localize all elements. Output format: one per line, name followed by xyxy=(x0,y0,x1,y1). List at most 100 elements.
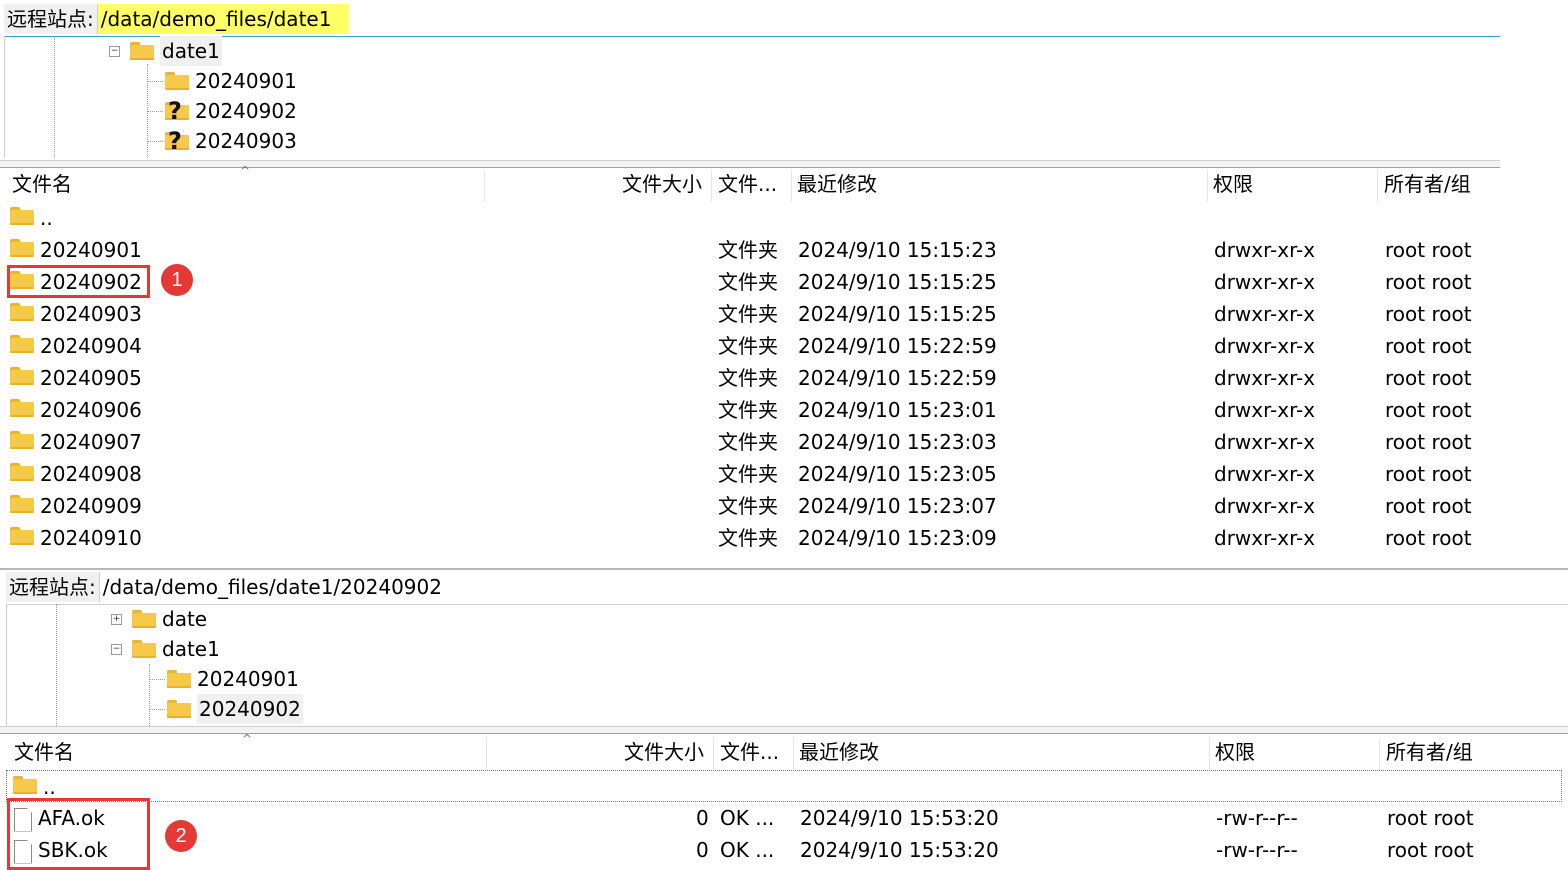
tree-item-label: date xyxy=(162,607,208,631)
file-modified: 2024/9/10 15:15:25 xyxy=(798,270,997,294)
file-owner: root root xyxy=(1385,270,1472,294)
tree-item-20240903[interactable]: ? 20240903 xyxy=(165,126,297,156)
column-header-type[interactable]: 文件... xyxy=(720,734,779,770)
tree-item-date1[interactable]: − date1 xyxy=(111,634,220,664)
tree-item-label: date1 xyxy=(160,36,222,66)
annotation-box-1 xyxy=(7,265,150,298)
annotation-badge-1: 1 xyxy=(161,264,193,296)
file-modified: 2024/9/10 15:15:23 xyxy=(798,238,997,262)
file-type: 文件夹 xyxy=(718,526,778,550)
table-row[interactable]: 20240909 文件夹 2024/9/10 15:23:07 drwxr-xr… xyxy=(4,490,1500,522)
tree-item-date1[interactable]: − date1 xyxy=(109,36,222,66)
file-permissions: -rw-r--r-- xyxy=(1216,838,1298,862)
file-name: .. xyxy=(43,775,56,799)
column-header-owner[interactable]: 所有者/组 xyxy=(1386,734,1473,770)
remote-site-label: 远程站点: xyxy=(4,4,98,34)
file-owner: root root xyxy=(1385,302,1472,326)
tree-item-20240902[interactable]: ? 20240902 xyxy=(165,96,297,126)
file-modified: 2024/9/10 15:53:20 xyxy=(800,838,999,862)
file-permissions: -rw-r--r-- xyxy=(1216,806,1298,830)
bottom-remote-panel: 远程站点: /data/demo_files/date1/20240902 + … xyxy=(0,570,1568,870)
list-item-parent[interactable]: .. xyxy=(6,770,1562,802)
table-row[interactable]: 20240907 文件夹 2024/9/10 15:23:03 drwxr-xr… xyxy=(4,426,1500,458)
folder-icon xyxy=(10,367,34,385)
table-row[interactable]: 20240905 文件夹 2024/9/10 15:22:59 drwxr-xr… xyxy=(4,362,1500,394)
file-type: 文件夹 xyxy=(718,334,778,358)
sort-ascending-icon: ^ xyxy=(240,164,251,178)
folder-icon xyxy=(167,670,191,688)
file-name: 20240910 xyxy=(40,526,142,550)
table-row[interactable]: 20240902 文件夹 2024/9/10 15:15:25 drwxr-xr… xyxy=(4,266,1500,298)
file-name: 20240908 xyxy=(40,462,142,486)
column-header-permissions[interactable]: 权限 xyxy=(1215,734,1255,770)
annotation-badge-2: 2 xyxy=(165,820,197,852)
table-row[interactable]: SBK.ok 0 OK ... 2024/9/10 15:53:20 -rw-r… xyxy=(6,834,1562,866)
table-row[interactable]: 20240901 文件夹 2024/9/10 15:15:23 drwxr-xr… xyxy=(4,234,1500,266)
column-header-size[interactable]: 文件大小 xyxy=(624,734,704,770)
folder-icon xyxy=(10,239,34,257)
table-row[interactable]: 20240908 文件夹 2024/9/10 15:23:05 drwxr-xr… xyxy=(4,458,1500,490)
top-path-bar: 远程站点: /data/demo_files/date1 xyxy=(4,2,1500,37)
column-header-name[interactable]: 文件名 xyxy=(12,166,72,202)
file-permissions: drwxr-xr-x xyxy=(1214,526,1316,550)
folder-icon xyxy=(10,399,34,417)
file-size: 0 xyxy=(696,838,709,862)
file-modified: 2024/9/10 15:23:01 xyxy=(798,398,997,422)
file-name: 20240903 xyxy=(40,302,142,326)
bottom-splitter[interactable] xyxy=(0,726,1568,734)
remote-path-input[interactable]: /data/demo_files/date1/20240902 xyxy=(100,572,442,602)
table-row[interactable]: 20240906 文件夹 2024/9/10 15:23:01 drwxr-xr… xyxy=(4,394,1500,426)
file-name: 20240909 xyxy=(40,494,142,518)
file-owner: root root xyxy=(1385,462,1472,486)
column-header-name[interactable]: 文件名 xyxy=(14,734,74,770)
file-owner: root root xyxy=(1387,806,1474,830)
top-file-list-header: ^ 文件名 文件大小 文件... 最近修改 权限 所有者/组 xyxy=(4,164,1500,202)
column-header-permissions[interactable]: 权限 xyxy=(1213,166,1253,202)
collapse-icon[interactable]: − xyxy=(111,643,122,655)
file-type: 文件夹 xyxy=(718,366,778,390)
file-permissions: drwxr-xr-x xyxy=(1214,494,1316,518)
tree-item-label: 20240903 xyxy=(195,129,297,153)
file-owner: root root xyxy=(1385,238,1472,262)
collapse-icon[interactable]: − xyxy=(109,45,120,57)
top-remote-panel: 远程站点: /data/demo_files/date1 − date1 202… xyxy=(0,0,1500,556)
column-header-modified[interactable]: 最近修改 xyxy=(799,734,879,770)
file-name: .. xyxy=(40,206,53,230)
expand-icon[interactable]: + xyxy=(111,613,122,625)
table-row[interactable]: 20240910 文件夹 2024/9/10 15:23:09 drwxr-xr… xyxy=(4,522,1500,554)
column-header-modified[interactable]: 最近修改 xyxy=(797,166,877,202)
tree-item-label: 20240902 xyxy=(197,694,303,724)
folder-icon xyxy=(165,72,189,90)
tree-item-20240902[interactable]: 20240902 xyxy=(167,694,303,724)
tree-item-date[interactable]: + date xyxy=(111,604,207,634)
file-permissions: drwxr-xr-x xyxy=(1214,366,1316,390)
column-header-type[interactable]: 文件... xyxy=(718,166,777,202)
folder-icon xyxy=(10,207,34,225)
column-header-owner[interactable]: 所有者/组 xyxy=(1384,166,1471,202)
unknown-folder-icon: ? xyxy=(165,97,189,125)
folder-icon xyxy=(10,463,34,481)
file-owner: root root xyxy=(1387,838,1474,862)
folder-icon xyxy=(130,42,154,60)
tree-item-20240901[interactable]: 20240901 xyxy=(165,66,297,96)
file-type: 文件夹 xyxy=(718,462,778,486)
tree-item-20240901[interactable]: 20240901 xyxy=(167,664,299,694)
column-header-size[interactable]: 文件大小 xyxy=(622,166,702,202)
folder-icon xyxy=(132,610,156,628)
file-owner: root root xyxy=(1385,494,1472,518)
top-file-list: .. 20240901 文件夹 2024/9/10 15:15:23 drwxr… xyxy=(4,202,1500,556)
folder-icon xyxy=(10,495,34,513)
file-name: 20240905 xyxy=(40,366,142,390)
bottom-file-list-header: ^ 文件名 文件大小 文件... 最近修改 权限 所有者/组 xyxy=(6,732,1566,770)
table-row[interactable]: 20240903 文件夹 2024/9/10 15:15:25 drwxr-xr… xyxy=(4,298,1500,330)
file-modified: 2024/9/10 15:23:09 xyxy=(798,526,997,550)
list-item-parent[interactable]: .. xyxy=(4,202,1500,234)
table-row[interactable]: AFA.ok 0 OK ... 2024/9/10 15:53:20 -rw-r… xyxy=(6,802,1562,834)
unknown-folder-icon: ? xyxy=(165,127,189,155)
file-type: OK ... xyxy=(720,806,775,830)
table-row[interactable]: 20240904 文件夹 2024/9/10 15:22:59 drwxr-xr… xyxy=(4,330,1500,362)
file-type: 文件夹 xyxy=(718,398,778,422)
file-permissions: drwxr-xr-x xyxy=(1214,238,1316,262)
file-size: 0 xyxy=(696,806,709,830)
remote-path-input[interactable]: /data/demo_files/date1 xyxy=(97,4,350,34)
